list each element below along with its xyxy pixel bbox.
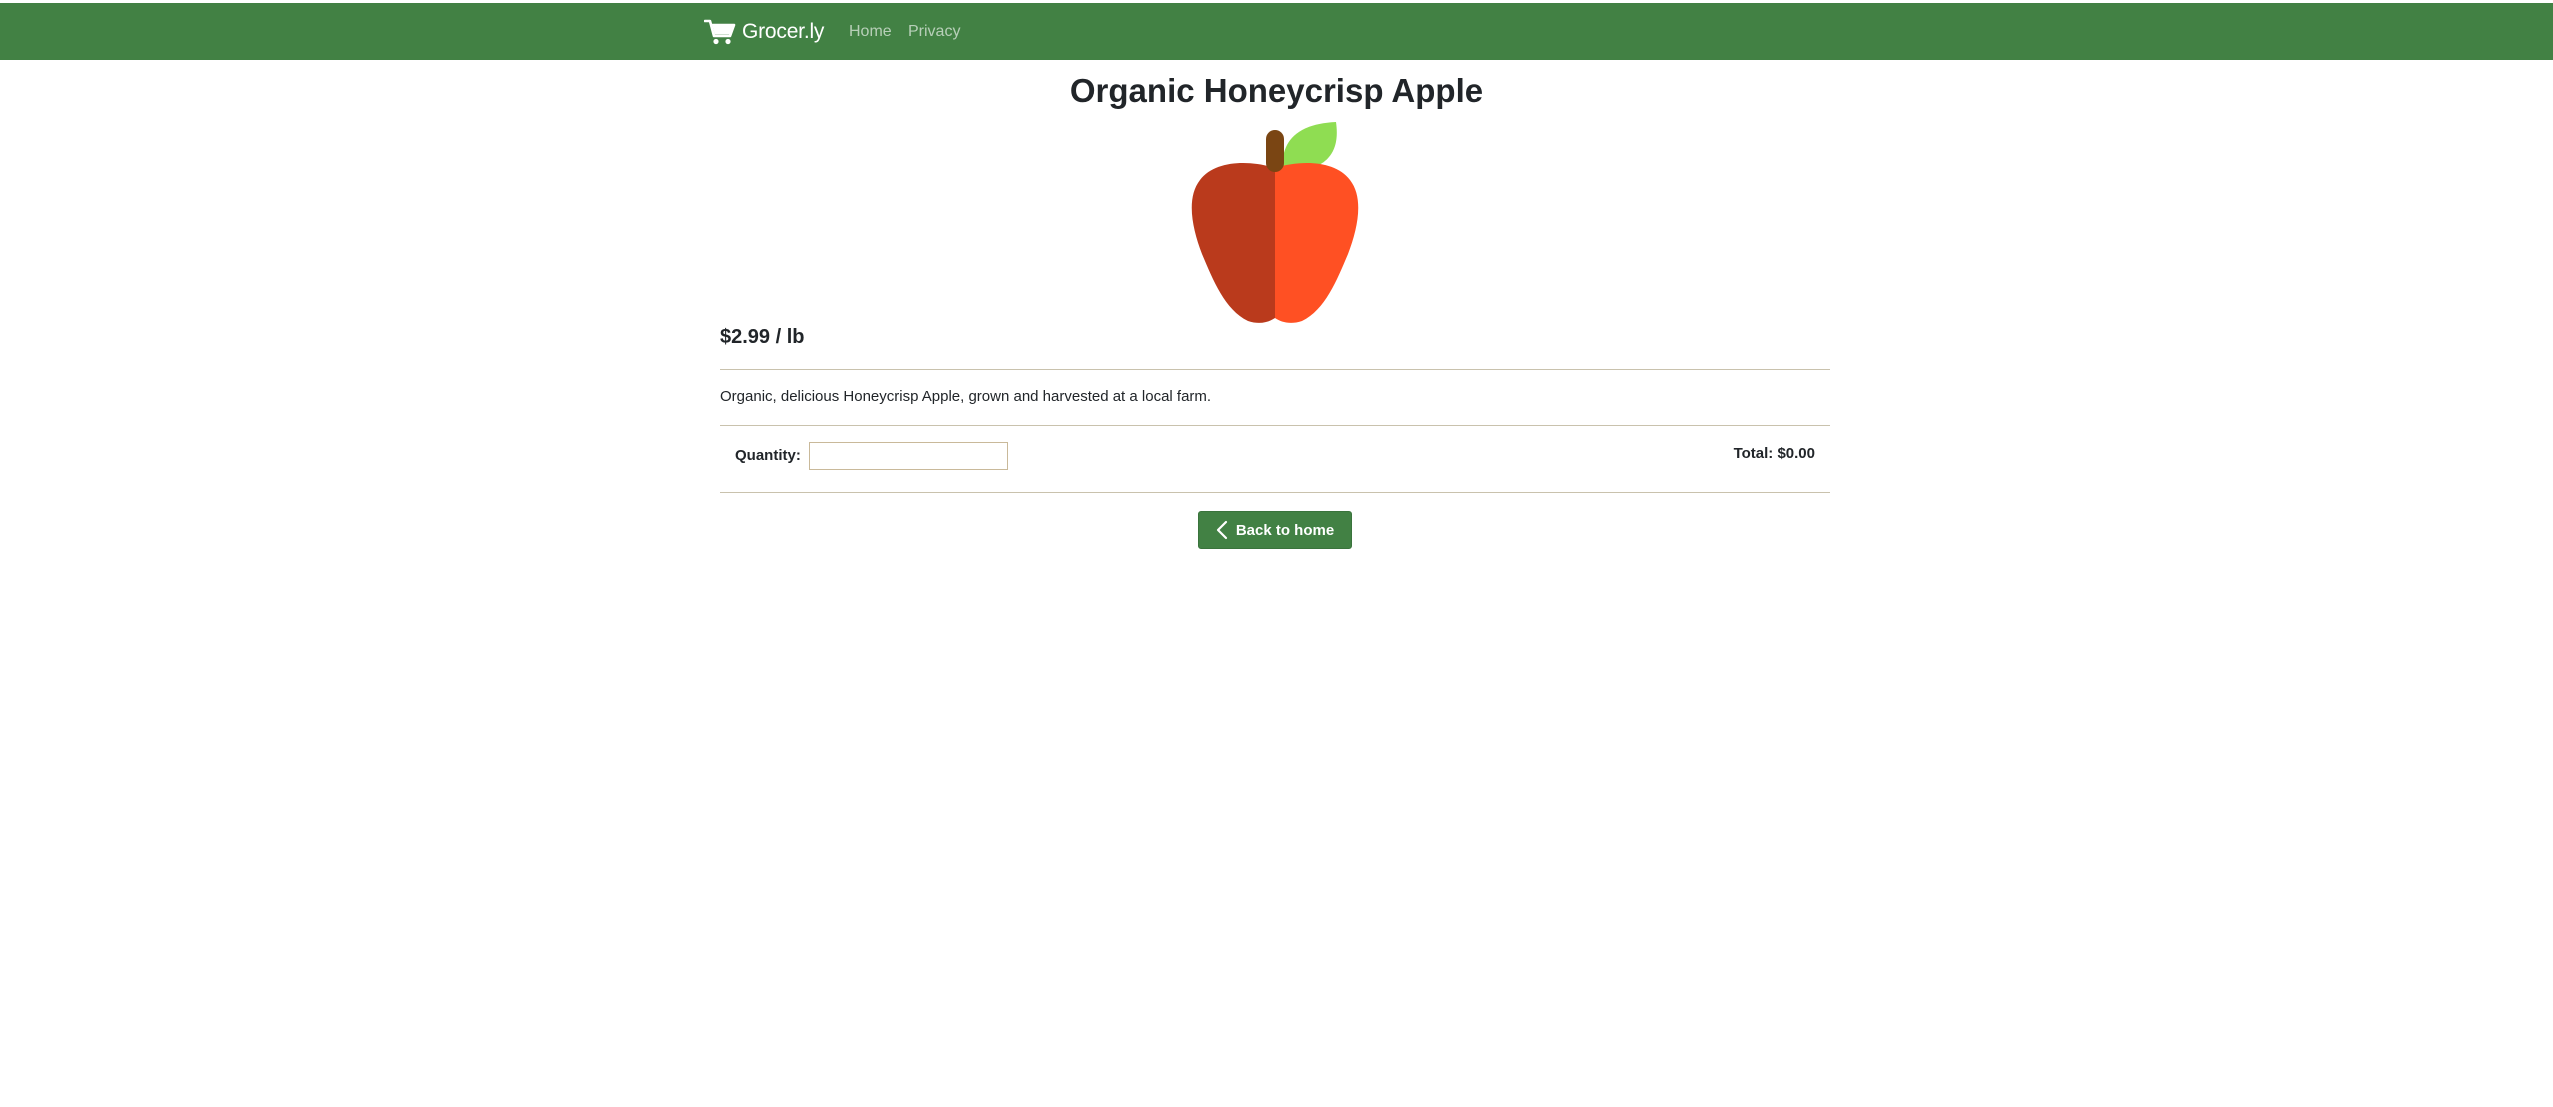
brand-link[interactable]: Grocer.ly xyxy=(704,3,824,60)
apple-icon xyxy=(1180,120,1370,331)
top-navbar: Grocer.ly Home Privacy xyxy=(0,3,2553,60)
back-to-home-button[interactable]: Back to home xyxy=(1198,511,1352,549)
divider xyxy=(720,369,1830,370)
cart-icon xyxy=(704,18,736,46)
divider xyxy=(720,492,1830,493)
divider xyxy=(720,425,1830,426)
product-title: Organic Honeycrisp Apple xyxy=(1069,72,1484,109)
back-to-home-label: Back to home xyxy=(1235,521,1335,539)
brand-name: Grocer.ly xyxy=(742,19,825,43)
quantity-label: Quantity: xyxy=(735,447,801,464)
quantity-input[interactable] xyxy=(809,442,1008,470)
chevron-left-icon xyxy=(1216,520,1236,540)
nav-link-home[interactable]: Home xyxy=(849,3,892,60)
order-total: Total: $0.00 xyxy=(1733,445,1815,462)
product-price: $2.99 / lb xyxy=(720,326,805,348)
product-description: Organic, delicious Honeycrisp Apple, gro… xyxy=(720,388,1212,405)
nav-link-privacy[interactable]: Privacy xyxy=(908,3,960,60)
